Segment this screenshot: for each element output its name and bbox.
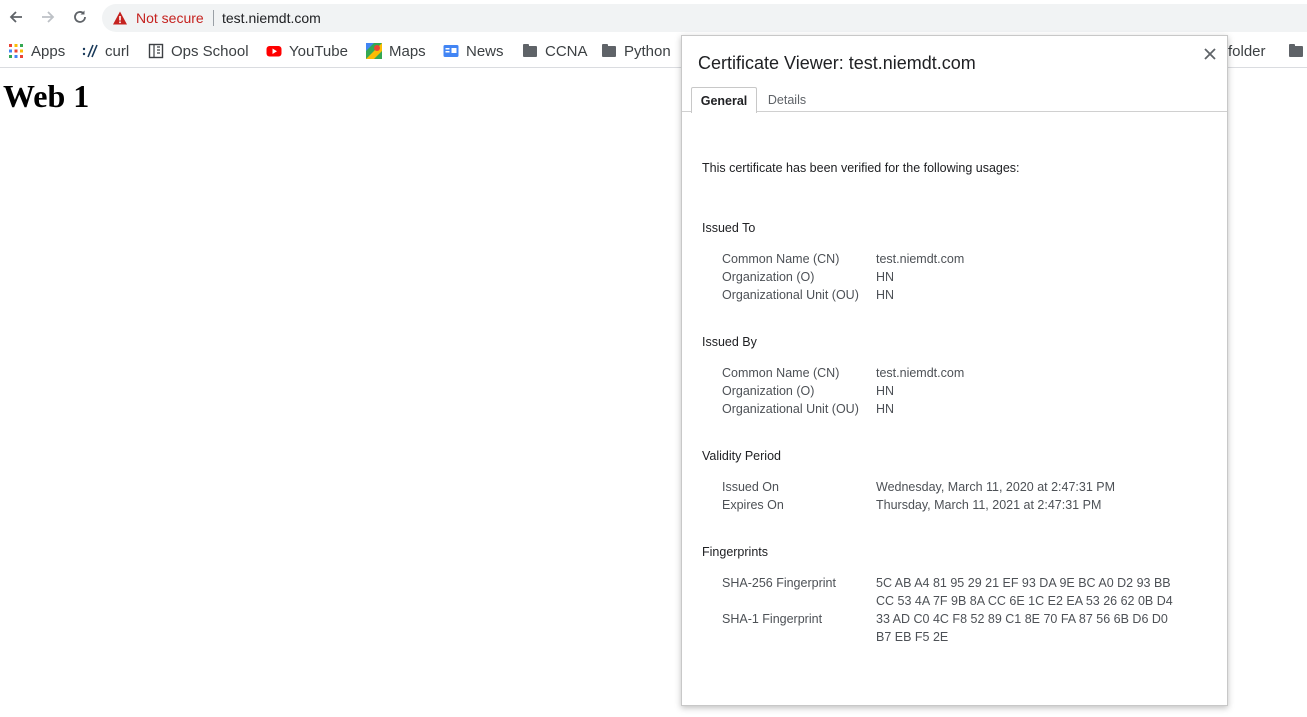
bookmark-label: Maps [389,42,426,60]
field-value: HN [876,402,895,416]
bookmark-news[interactable]: News [443,41,504,61]
issued-to-heading: Issued To [702,221,756,235]
field-value: test.niemdt.com [876,252,965,266]
sha1-fingerprint-line: 33 AD C0 4C F8 52 89 C1 8E 70 FA 87 56 6… [876,612,1168,626]
field-value: HN [876,270,895,284]
youtube-icon [266,43,282,59]
certificate-viewer-dialog: Certificate Viewer: test.niemdt.com Gene… [681,35,1228,706]
bookmark-other-folder[interactable]: folder [1228,41,1266,61]
validity-period-heading: Validity Period [702,449,781,463]
field-label: Organizational Unit (OU) [722,402,859,416]
bookmark-ops-school[interactable]: Ops School [148,41,249,61]
bookmark-label: Ops School [171,42,249,60]
bookmark-label: News [466,42,504,60]
field-label: Common Name (CN) [722,366,840,380]
sha1-fingerprint-line: B7 EB F5 2E [876,630,949,644]
bookmark-maps[interactable]: Maps [366,41,426,61]
bookmark-apps[interactable]: Apps [8,41,65,61]
forward-arrow-icon [42,11,55,23]
bookmark-label: curl [105,42,130,60]
field-value: Wednesday, March 11, 2020 at 2:47:31 PM [876,480,1116,494]
tab-general[interactable]: General [691,87,757,113]
apps-grid-icon [8,43,24,59]
field-label: Common Name (CN) [722,252,840,266]
verified-usages-text: This certificate has been verified for t… [702,161,1020,175]
folder-icon [522,43,538,59]
field-value: test.niemdt.com [876,366,965,380]
sha256-fingerprint-line: CC 53 4A 7F 9B 8A CC 6E 1C E2 EA 53 26 6… [876,594,1173,608]
bookmark-folder-ccna[interactable]: CCNA [522,41,588,61]
omnibox-separator [213,10,214,26]
field-label: Organization (O) [722,384,815,398]
field-label: SHA-1 Fingerprint [722,612,823,626]
field-label: Issued On [722,480,779,494]
field-label: Expires On [722,498,784,512]
curl-icon [82,43,98,59]
bookmark-youtube[interactable]: YouTube [266,41,348,61]
folder-icon [1288,43,1304,59]
issued-by-heading: Issued By [702,335,757,349]
field-label: Organization (O) [722,270,815,284]
not-secure-label[interactable]: Not secure [136,10,204,26]
reload-icon [74,10,86,23]
bookmark-folder-python[interactable]: Python [601,41,671,61]
field-value: HN [876,384,895,398]
fingerprints-heading: Fingerprints [702,545,768,559]
bookmark-label: Python [624,42,671,60]
warning-triangle-icon [113,11,127,25]
address-bar[interactable]: Not secure test.niemdt.com [102,4,1307,32]
field-value: HN [876,288,895,302]
field-value: Thursday, March 11, 2021 at 2:47:31 PM [876,498,1102,512]
dialog-title: Certificate Viewer: test.niemdt.com [698,53,976,73]
url-text[interactable]: test.niemdt.com [222,10,321,26]
bookmark-curl[interactable]: curl [82,41,129,61]
news-icon [443,43,459,59]
bookmark-label: Apps [31,42,66,60]
field-label: Organizational Unit (OU) [722,288,859,302]
page-heading: Web 1 [3,78,90,114]
maps-icon [366,43,382,59]
folder-icon [601,43,617,59]
reload-button[interactable] [69,6,91,28]
back-button[interactable] [5,6,27,28]
sha256-fingerprint-line: 5C AB A4 81 95 29 21 EF 93 DA 9E BC A0 D… [876,576,1171,590]
forward-button[interactable] [37,6,59,28]
bookmark-label: folder [1228,42,1266,60]
bookmark-label: YouTube [289,42,348,60]
close-icon [1204,48,1216,60]
field-label: SHA-256 Fingerprint [722,576,836,590]
bookmark-folder-partial[interactable] [1288,41,1307,61]
back-arrow-icon [9,11,22,23]
tab-details[interactable]: Details [762,88,812,112]
browser-toolbar: Not secure test.niemdt.com [0,0,1307,35]
bookmark-label: CCNA [545,42,588,60]
ops-school-icon [148,43,164,59]
close-button[interactable] [1200,44,1220,64]
